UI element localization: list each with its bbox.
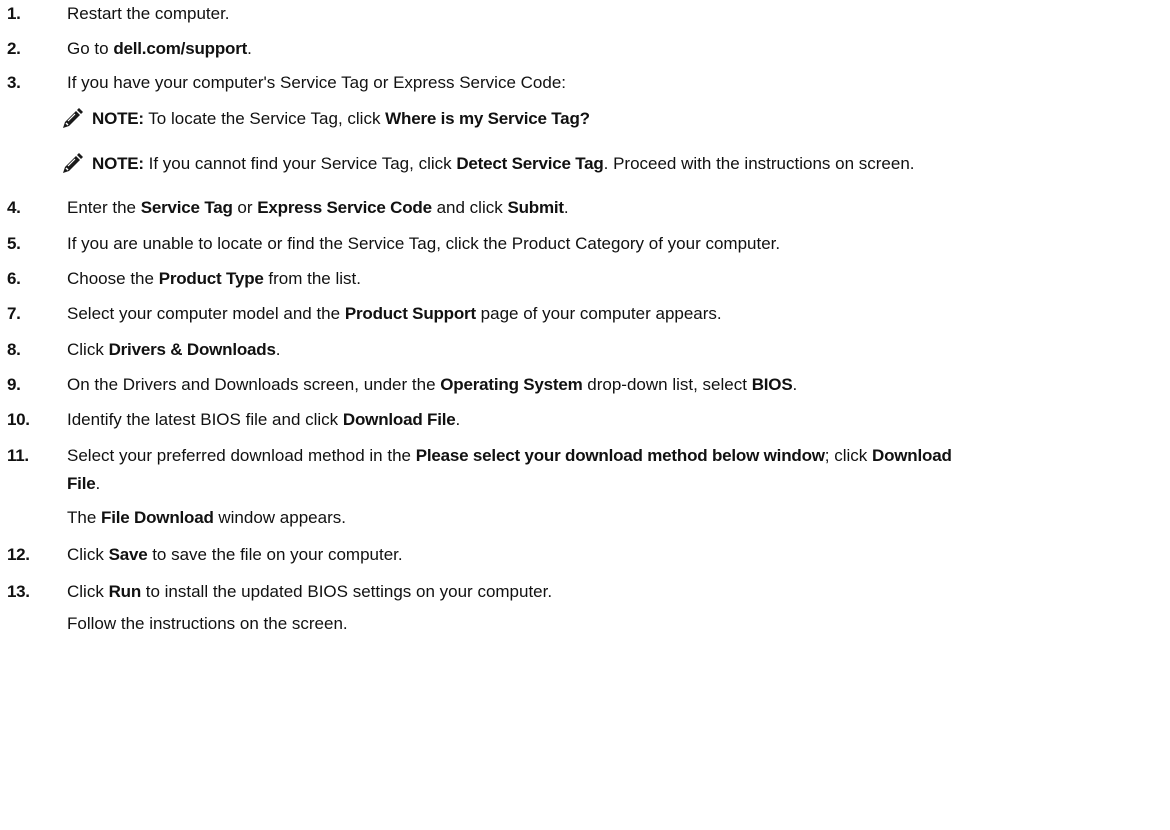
bold-term: Product Type bbox=[158, 269, 264, 288]
note-label: NOTE: bbox=[92, 154, 144, 173]
note-pencil-icon bbox=[60, 152, 84, 176]
text-run: Follow the instructions on the screen. bbox=[67, 614, 348, 633]
step-number: 11. bbox=[7, 446, 29, 465]
step-number: 8. bbox=[7, 340, 21, 359]
text-run: or bbox=[232, 198, 258, 217]
bold-term: Drivers & Downloads bbox=[108, 340, 276, 359]
bold-term: Please select your download method below… bbox=[415, 446, 825, 465]
bold-term: Express Service Code bbox=[257, 198, 432, 217]
text-run: Restart the computer. bbox=[67, 4, 230, 23]
where-service-tag-link: Where is my Service Tag? bbox=[385, 109, 590, 128]
text-run: Select your computer model and the bbox=[67, 304, 345, 323]
note-text: NOTE: To locate the Service Tag, click W… bbox=[92, 104, 590, 134]
text-run: Choose the bbox=[67, 269, 159, 288]
step-number: 2. bbox=[7, 39, 21, 58]
bold-term: Submit bbox=[507, 198, 564, 217]
text-line: Select your preferred download method in… bbox=[67, 442, 1167, 470]
bold-term: Run bbox=[108, 582, 142, 601]
step-text: Restart the computer. bbox=[67, 0, 1167, 28]
text-run: The bbox=[67, 508, 102, 527]
text-run: Click bbox=[67, 340, 109, 359]
step-number: 9. bbox=[7, 375, 21, 394]
text-run: . bbox=[792, 375, 798, 394]
text-run: To locate the Service Tag, click bbox=[143, 109, 386, 128]
text-run: to install the updated BIOS settings on … bbox=[141, 582, 553, 601]
text-run: Identify the latest BIOS file and click bbox=[67, 410, 343, 429]
bold-term: Product Support bbox=[344, 304, 476, 323]
step-text: Identify the latest BIOS file and click … bbox=[67, 406, 1167, 434]
step-number: 13. bbox=[7, 582, 30, 601]
text-run: ; click bbox=[824, 446, 873, 465]
text-run: to save the file on your computer. bbox=[147, 545, 403, 564]
note-label: NOTE: bbox=[92, 109, 144, 128]
text-run: If you are unable to locate or find the … bbox=[67, 234, 781, 253]
note-text: NOTE: If you cannot find your Service Ta… bbox=[92, 149, 915, 179]
step-text: On the Drivers and Downloads screen, und… bbox=[67, 371, 1167, 399]
step-number: 3. bbox=[7, 73, 21, 92]
bold-term: File Download bbox=[101, 508, 214, 527]
detect-service-tag-link: Detect Service Tag bbox=[456, 154, 604, 173]
note-1: NOTE: To locate the Service Tag, click W… bbox=[60, 104, 1160, 134]
step-text: If you are unable to locate or find the … bbox=[67, 230, 1167, 258]
step-text: Click Save to save the file on your comp… bbox=[67, 541, 1167, 569]
bold-term: File bbox=[67, 474, 96, 493]
text-run: Go to bbox=[67, 39, 114, 58]
step-text: Click Run to install the updated BIOS se… bbox=[67, 578, 1167, 638]
text-run: and click bbox=[431, 198, 508, 217]
step-number: 5. bbox=[7, 234, 21, 253]
bold-term: Download bbox=[872, 446, 952, 465]
note-pencil-icon bbox=[60, 107, 84, 131]
text-line: File. bbox=[67, 470, 1167, 498]
text-run: . Proceed with the instructions on scree… bbox=[603, 154, 915, 173]
text-line: The File Download window appears. bbox=[67, 504, 1167, 532]
bold-term: Save bbox=[108, 545, 148, 564]
text-run: Enter the bbox=[67, 198, 141, 217]
step-number: 1. bbox=[7, 4, 21, 23]
text-run: drop-down list, select bbox=[582, 375, 752, 394]
step-number: 7. bbox=[7, 304, 21, 323]
support-link-text: dell.com/support bbox=[113, 39, 248, 58]
text-run: . bbox=[247, 39, 252, 58]
step-text: Enter the Service Tag or Express Service… bbox=[67, 194, 1167, 222]
text-run: window appears. bbox=[213, 508, 346, 527]
bold-term: Download File bbox=[342, 410, 456, 429]
text-run: If you cannot find your Service Tag, cli… bbox=[143, 154, 457, 173]
text-run: Select your preferred download method in… bbox=[67, 446, 416, 465]
text-run: Click bbox=[67, 582, 109, 601]
bold-term: Service Tag bbox=[140, 198, 233, 217]
text-run: . bbox=[563, 198, 569, 217]
bold-term: Operating System bbox=[440, 375, 583, 394]
text-run: . bbox=[95, 474, 101, 493]
text-run: from the list. bbox=[263, 269, 361, 288]
text-run: If you have your computer's Service Tag … bbox=[67, 73, 566, 92]
step-text: If you have your computer's Service Tag … bbox=[67, 69, 1167, 97]
step-text: Click Drivers & Downloads. bbox=[67, 336, 1167, 364]
note-2: NOTE: If you cannot find your Service Ta… bbox=[60, 149, 1160, 179]
text-run: . bbox=[455, 410, 461, 429]
text-run: Click bbox=[67, 545, 109, 564]
text-run: . bbox=[275, 340, 281, 359]
step-text: Go to dell.com/support. bbox=[67, 35, 1167, 63]
step-text: Choose the Product Type from the list. bbox=[67, 265, 1167, 293]
text-run: On the Drivers and Downloads screen, und… bbox=[67, 375, 441, 394]
text-run: page of your computer appears. bbox=[475, 304, 722, 323]
step-number: 4. bbox=[7, 198, 21, 217]
step-text: Select your preferred download method in… bbox=[67, 442, 1167, 532]
bold-term: BIOS bbox=[751, 375, 793, 394]
text-line: Click Run to install the updated BIOS se… bbox=[67, 578, 1167, 606]
step-text: Select your computer model and the Produ… bbox=[67, 300, 1167, 328]
text-line: Follow the instructions on the screen. bbox=[67, 610, 1167, 638]
step-number: 6. bbox=[7, 269, 21, 288]
step-number: 12. bbox=[7, 545, 30, 564]
step-number: 10. bbox=[7, 410, 30, 429]
